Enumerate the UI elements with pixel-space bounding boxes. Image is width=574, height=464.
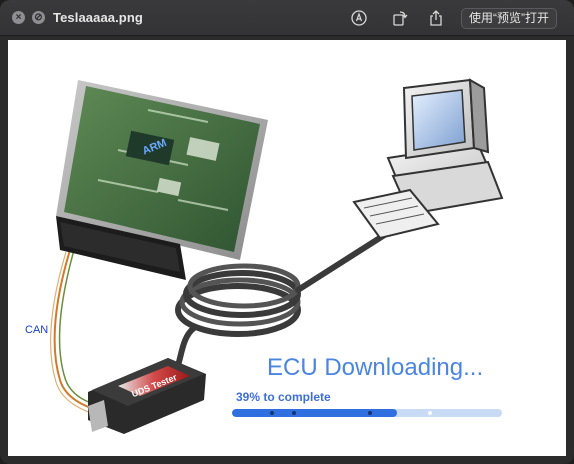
- window-title: Teslaaaaa.png: [53, 10, 143, 25]
- can-label: CAN: [25, 324, 49, 336]
- progress-bar-fill: [232, 409, 397, 417]
- progress-dot: [292, 411, 296, 415]
- uds-tester-device: UDS Tester: [88, 358, 206, 434]
- progress-dot: [270, 411, 274, 415]
- download-headline: ECU Downloading...: [267, 354, 484, 381]
- rotate-icon[interactable]: [391, 9, 409, 27]
- image-preview: ARM UDS Tester CAN ECU Downloading... 39…: [8, 40, 566, 456]
- desktop-computer: [352, 78, 504, 240]
- progress-dot: [368, 411, 372, 415]
- progress-dot: [428, 411, 432, 415]
- progress-text: 39% to complete: [236, 390, 331, 404]
- minimize-icon[interactable]: ⊘: [32, 11, 45, 24]
- title-bar: × ⊘ Teslaaaaa.png 使用“预览”打开: [0, 0, 574, 36]
- ecu-board: ARM: [56, 80, 268, 280]
- open-with-preview-button[interactable]: 使用“预览”打开: [461, 8, 557, 29]
- progress-bar: [232, 409, 502, 417]
- close-icon[interactable]: ×: [12, 11, 25, 24]
- share-icon[interactable]: [427, 9, 445, 27]
- quicklook-window: × ⊘ Teslaaaaa.png 使用“预览”打开 ARM UDS Teste…: [0, 0, 574, 464]
- markup-icon[interactable]: [350, 9, 368, 27]
